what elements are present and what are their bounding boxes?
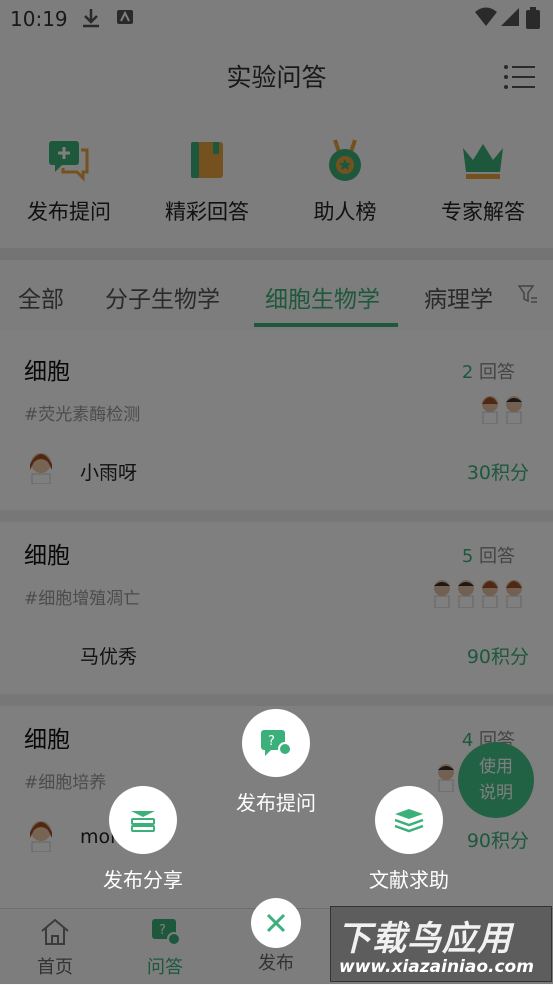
- publish-share-circle: [109, 786, 177, 854]
- close-menu-button[interactable]: [251, 898, 301, 948]
- publish-literature-button[interactable]: 文献求助: [329, 786, 489, 893]
- publish-literature-label: 文献求助: [369, 868, 449, 892]
- watermark-logo: 下载鸟应用 www.xiazainiao.com: [330, 906, 552, 982]
- book-stack-icon: [394, 809, 424, 833]
- publish-literature-circle: [375, 786, 443, 854]
- publish-share-button[interactable]: 发布分享: [63, 786, 223, 893]
- publish-ask-circle: ?: [242, 709, 310, 777]
- close-icon: [266, 913, 286, 933]
- watermark-url: www.xiazainiao.com: [339, 957, 534, 977]
- svg-text:?: ?: [268, 734, 275, 749]
- question-bubble-icon: ?: [261, 730, 292, 756]
- publish-share-label: 发布分享: [103, 868, 183, 892]
- graduation-books-icon: [131, 811, 155, 832]
- watermark-title: 下载鸟应用: [337, 919, 512, 959]
